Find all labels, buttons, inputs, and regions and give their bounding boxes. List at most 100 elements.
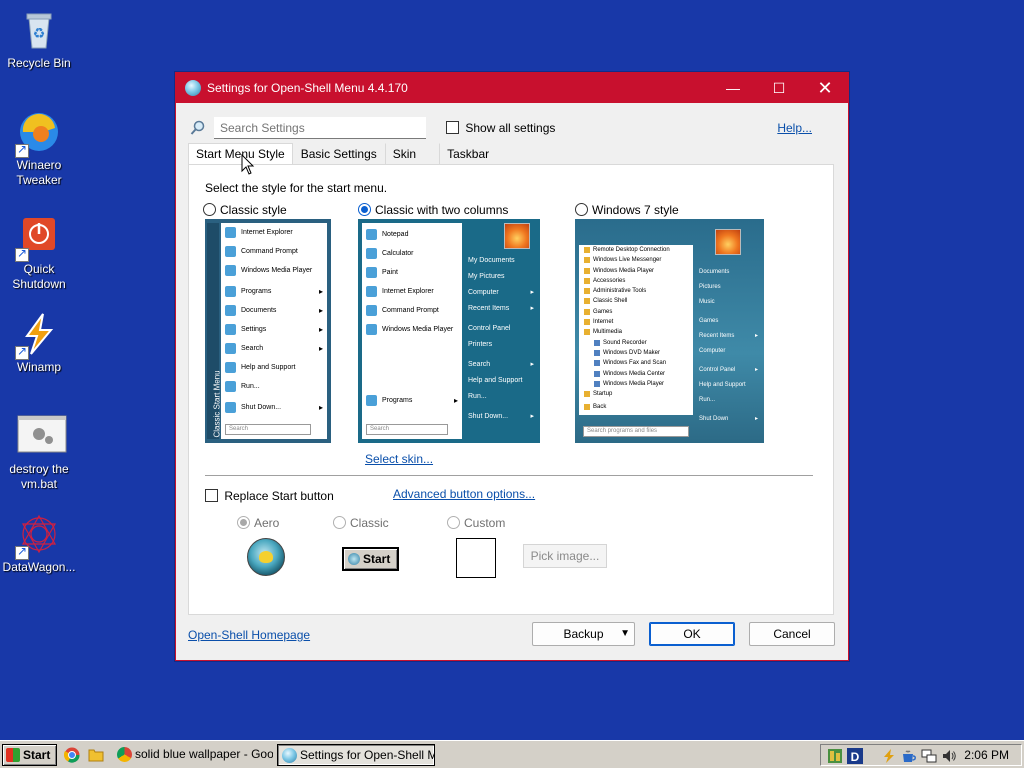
aero-button-radio[interactable]: Aero xyxy=(237,516,279,530)
taskbar-item-chrome[interactable]: solid blue wallpaper - Goo... xyxy=(113,744,273,766)
instruction-text: Select the style for the start menu. xyxy=(205,181,388,195)
preview-item: Startup xyxy=(579,389,693,399)
close-button[interactable]: ✕ xyxy=(802,73,848,103)
preview-item: Recent Items xyxy=(695,329,762,344)
open-shell-icon xyxy=(282,748,297,763)
preview-item: Classic Shell xyxy=(579,296,693,306)
aero-label: Aero xyxy=(254,516,280,530)
custom-label: Custom xyxy=(464,516,506,530)
windows7-right-pane: Documents Pictures Music Games Recent It… xyxy=(695,265,762,439)
recycle-bin-icon: ♻ xyxy=(17,8,61,52)
ok-button[interactable]: OK xyxy=(649,622,735,646)
show-all-settings-label: Show all settings xyxy=(465,121,556,135)
show-all-settings-checkbox[interactable]: Show all settings xyxy=(446,121,555,135)
checkbox-box[interactable] xyxy=(205,489,218,502)
search-row: Show all settings Help... xyxy=(188,117,828,141)
user-avatar-icon xyxy=(715,229,741,255)
tray-d-icon[interactable]: D xyxy=(847,748,863,764)
preview-item: Windows Media Player xyxy=(221,261,327,280)
classic-strip: Classic Start Menu xyxy=(207,223,222,439)
preview-item: Documents xyxy=(699,269,730,275)
classic-start-button-preview: Start xyxy=(342,547,399,571)
preview-item: Paint xyxy=(362,263,462,282)
preview-item: Command Prompt xyxy=(362,301,462,320)
radio-button[interactable] xyxy=(575,203,588,216)
chrome-quicklaunch-icon[interactable] xyxy=(63,747,80,763)
radio-button[interactable] xyxy=(203,203,216,216)
shortcut-arrow-icon xyxy=(15,544,29,560)
maximize-button[interactable]: ☐ xyxy=(756,73,802,103)
tray-app-icon[interactable] xyxy=(827,748,843,764)
help-link[interactable]: Help... xyxy=(777,121,812,135)
shortcut-arrow-icon xyxy=(15,142,29,158)
desktop-icon-quick-shutdown[interactable]: Quick Shutdown xyxy=(0,214,78,292)
two-columns-style-radio[interactable]: Classic with two columns xyxy=(358,203,508,217)
classic-button-radio[interactable]: Classic xyxy=(333,516,389,530)
network-icon[interactable] xyxy=(921,748,937,764)
preview-item: Windows Media Player xyxy=(579,379,693,389)
radio-button[interactable] xyxy=(237,516,250,529)
preview-item: Windows Media Center xyxy=(579,369,693,379)
two-columns-left-pane: Notepad Calculator Paint Internet Explor… xyxy=(362,223,462,439)
tray-winamp-icon[interactable] xyxy=(881,748,897,764)
preview-search-box: Search xyxy=(225,424,311,435)
settings-dialog: Settings for Open-Shell Menu 4.4.170 — ☐… xyxy=(175,72,849,661)
advanced-button-options-link[interactable]: Advanced button options... xyxy=(393,487,535,501)
preview-item: Documents xyxy=(221,301,327,320)
preview-item: My Documents xyxy=(468,257,515,264)
taskbar-clock[interactable]: 2:06 PM xyxy=(964,748,1009,762)
windows7-preview[interactable]: Remote Desktop Connection Windows Live M… xyxy=(575,219,764,443)
preview-item: Games xyxy=(699,318,719,324)
radio-button[interactable] xyxy=(358,203,371,216)
tab-skin[interactable]: Skin xyxy=(384,143,439,164)
cancel-button[interactable]: Cancel xyxy=(749,622,835,646)
dropdown-arrow-icon: ▼ xyxy=(620,628,630,639)
desktop-icon-label: Recycle Bin xyxy=(7,56,71,70)
tab-taskbar[interactable]: Taskbar xyxy=(439,143,497,164)
desktop-icon-winamp[interactable]: Winamp xyxy=(0,312,78,375)
radio-button[interactable] xyxy=(447,516,460,529)
tab-basic-settings[interactable]: Basic Settings xyxy=(293,143,385,164)
classic-style-radio[interactable]: Classic style xyxy=(203,203,287,217)
checkbox-box[interactable] xyxy=(446,121,459,134)
custom-button-radio[interactable]: Custom xyxy=(447,516,505,530)
search-settings-input[interactable] xyxy=(214,117,426,139)
folder-quicklaunch-icon[interactable] xyxy=(88,747,104,763)
desktop-icon-destroy-vm-bat[interactable]: destroy the vm.bat xyxy=(0,414,78,492)
volume-icon[interactable] xyxy=(941,748,957,764)
preview-item: Back xyxy=(579,402,693,412)
minimize-button[interactable]: — xyxy=(710,73,756,103)
backup-label: Backup xyxy=(563,627,604,641)
taskbar-item-settings[interactable]: Settings for Open-Shell M... xyxy=(277,744,435,766)
section-divider xyxy=(205,475,813,476)
preview-item: Internet xyxy=(579,317,693,327)
tab-strip: Start Menu Style Basic Settings Skin Tas… xyxy=(188,143,497,165)
radio-button[interactable] xyxy=(333,516,346,529)
two-columns-preview[interactable]: Notepad Calculator Paint Internet Explor… xyxy=(358,219,540,443)
replace-start-button-label: Replace Start button xyxy=(224,489,334,503)
open-shell-homepage-link[interactable]: Open-Shell Homepage xyxy=(188,628,310,642)
preview-item: Windows Media Player xyxy=(579,266,693,276)
classic-style-preview[interactable]: Classic Start Menu Internet Explorer Com… xyxy=(205,219,331,443)
preview-item: Help and Support xyxy=(699,382,746,388)
preview-item: Search xyxy=(464,357,538,373)
windows7-style-radio[interactable]: Windows 7 style xyxy=(575,203,679,217)
backup-button[interactable]: Backup ▼ xyxy=(532,622,635,646)
select-skin-link[interactable]: Select skin... xyxy=(365,452,433,466)
preview-item: Computer xyxy=(699,348,726,354)
preview-item: Windows Live Messenger xyxy=(579,255,693,265)
pick-image-button[interactable]: Pick image... xyxy=(523,544,607,568)
tray-coffee-icon[interactable] xyxy=(901,748,917,764)
desktop-icon-winaero-tweaker[interactable]: Winaero Tweaker xyxy=(0,110,78,188)
preview-item: Shut Down... xyxy=(221,398,327,417)
desktop-icon-datawagon[interactable]: DataWagon... xyxy=(0,512,78,575)
user-avatar-icon xyxy=(504,223,530,249)
start-button[interactable]: Start xyxy=(2,744,57,766)
replace-start-button-checkbox[interactable]: Replace Start button xyxy=(205,489,334,503)
two-columns-style-label: Classic with two columns xyxy=(375,203,509,217)
desktop-icon-recycle-bin[interactable]: ♻ Recycle Bin xyxy=(0,8,78,71)
title-bar[interactable]: Settings for Open-Shell Menu 4.4.170 — ☐… xyxy=(176,73,848,103)
winaero-tweaker-icon xyxy=(15,110,61,158)
shortcut-arrow-icon xyxy=(15,246,29,262)
window-title: Settings for Open-Shell Menu 4.4.170 xyxy=(207,81,408,95)
